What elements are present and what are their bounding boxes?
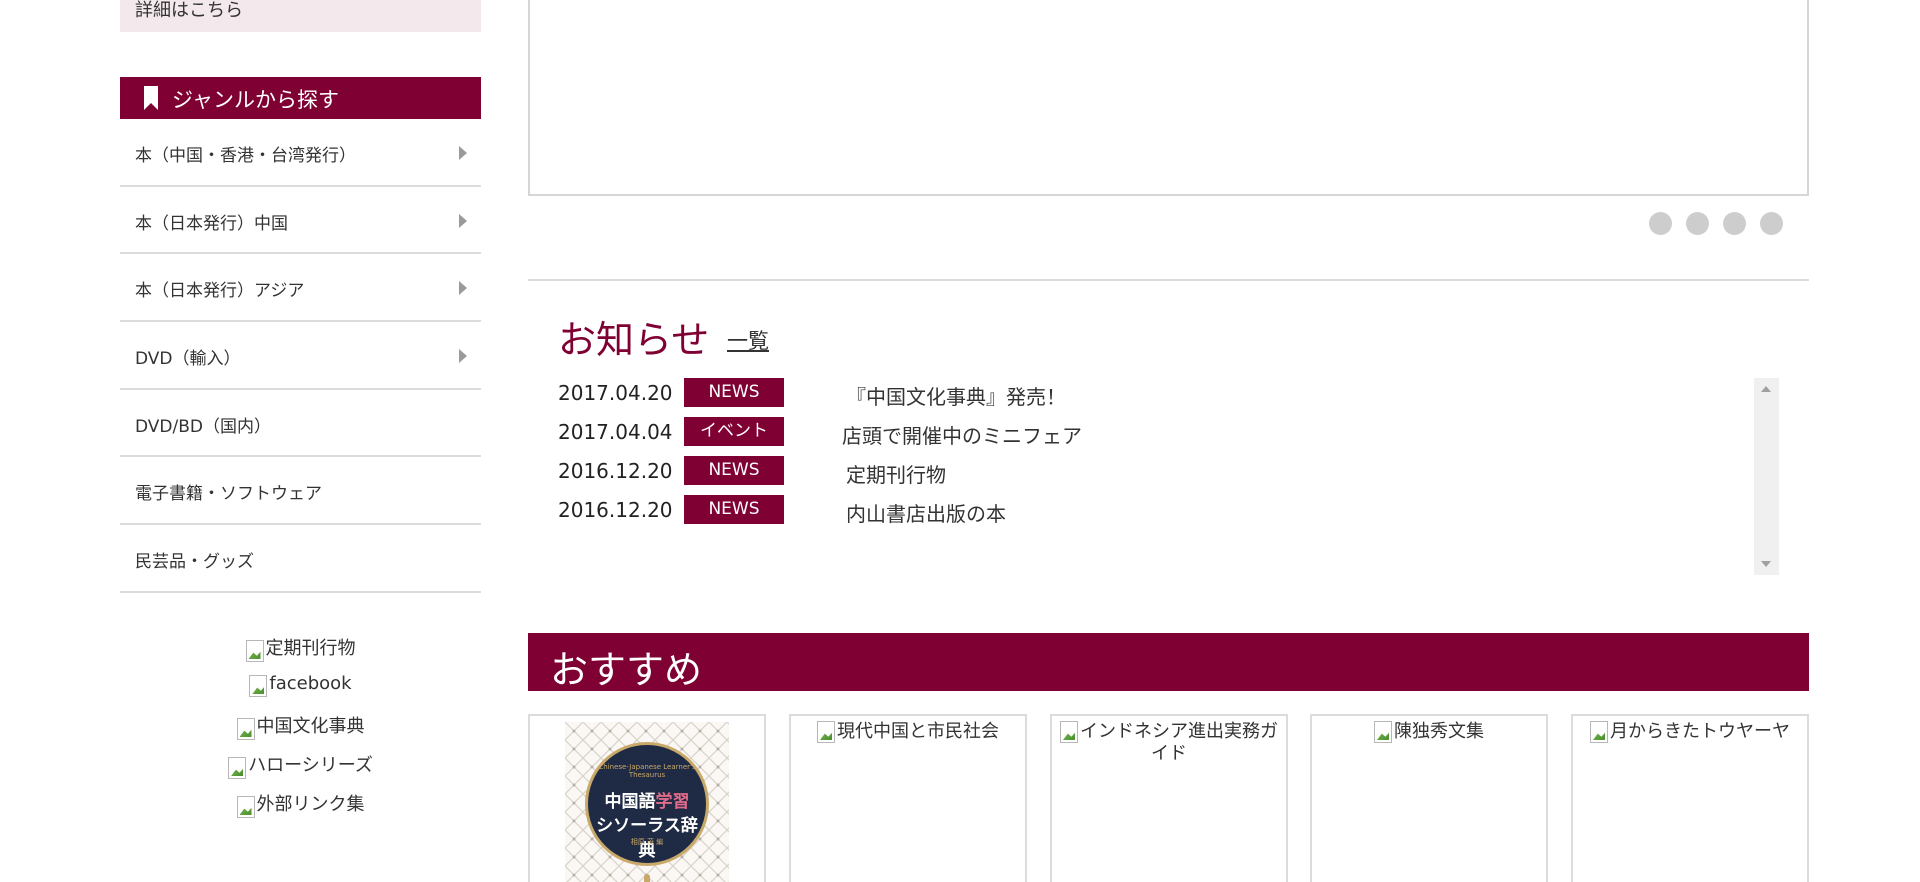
news-item[interactable]: 2017.04.04 イベント 店頭で開催中のミニフェア xyxy=(558,415,1758,454)
banner-label: facebook xyxy=(269,673,352,694)
genre-item-label: 本（日本発行）アジア xyxy=(135,281,305,302)
cover-emblem: Chinese-Japanese Learner's Thesaurus 中国語… xyxy=(585,742,709,866)
news-date: 2016.12.20 xyxy=(558,459,673,483)
banner-link[interactable]: facebook xyxy=(120,673,481,712)
recommend-item-title: インドネシア進出実務ガイド xyxy=(1080,721,1278,764)
broken-image-icon xyxy=(1374,721,1392,743)
genre-item[interactable]: 電子書籍・ソフトウェア xyxy=(120,457,481,526)
genre-item-label: 電子書籍・ソフトウェア xyxy=(135,484,322,505)
detail-link-box[interactable]: 詳細はこちら xyxy=(120,0,481,32)
genre-title: ジャンルから探す xyxy=(172,88,339,112)
genre-item-label: DVD/BD（国内） xyxy=(135,416,271,437)
recommend-item-title: 月からきたトウヤーヤ xyxy=(1610,721,1790,742)
recommend-card[interactable]: 現代中国と市民社会 xyxy=(789,714,1027,882)
banner-list: 定期刊行物 facebook 中国文化事典 ハローシリーズ 外部リンク集 xyxy=(120,634,481,829)
genre-item-label: 本（中国・香港・台湾発行） xyxy=(135,146,356,166)
genre-item-label: 民芸品・グッズ xyxy=(135,552,254,573)
genre-item[interactable]: DVD/BD（国内） xyxy=(120,389,481,458)
recommend-card[interactable]: 陳独秀文集 xyxy=(1310,714,1548,882)
banner-link[interactable]: 中国文化事典 xyxy=(120,712,481,751)
slider-frame xyxy=(528,0,1809,196)
recommend-card[interactable]: インドネシア進出実務ガイド xyxy=(1050,714,1288,882)
cover-subtitle: Chinese-Japanese Learner's Thesaurus xyxy=(598,763,696,779)
slider-pagination xyxy=(1649,212,1783,235)
recommend-item-title: 現代中国と市民社会 xyxy=(837,721,999,742)
recommend-card[interactable]: Chinese-Japanese Learner's Thesaurus 中国語… xyxy=(528,714,766,882)
broken-image-icon xyxy=(228,757,247,779)
news-title: お知らせ xyxy=(558,318,710,362)
broken-image-icon xyxy=(249,675,268,697)
cover-title-part: 中国語 xyxy=(604,792,656,812)
slider-dot[interactable] xyxy=(1760,212,1783,235)
banner-label: 定期刊行物 xyxy=(265,638,356,659)
book-cover-image[interactable]: Chinese-Japanese Learner's Thesaurus 中国語… xyxy=(565,722,729,882)
news-list: 2017.04.20 NEWS 『中国文化事典』発売！ 2017.04.04 イ… xyxy=(558,376,1758,532)
genre-item[interactable]: DVD（輸入） xyxy=(120,322,481,390)
broken-image-icon xyxy=(817,721,835,743)
recommend-grid: Chinese-Japanese Learner's Thesaurus 中国語… xyxy=(528,714,1809,882)
banner-label: 中国文化事典 xyxy=(256,716,365,737)
news-tag: NEWS xyxy=(684,495,784,524)
news-tag: イベント xyxy=(684,417,784,446)
cover-title-line1: 中国語学習 xyxy=(588,787,706,812)
broken-image-icon xyxy=(1590,721,1608,743)
news-date: 2016.12.20 xyxy=(558,498,673,522)
recommend-header: おすすめ xyxy=(528,633,1809,692)
news-date: 2017.04.04 xyxy=(558,420,673,444)
banner-link[interactable]: 外部リンク集 xyxy=(120,790,481,829)
slider-dot[interactable] xyxy=(1686,212,1709,235)
slider-dot[interactable] xyxy=(1723,212,1746,235)
news-item[interactable]: 2016.12.20 NEWS 内山書店出版の本 xyxy=(558,493,1758,532)
news-tag: NEWS xyxy=(684,456,784,485)
news-tag: NEWS xyxy=(684,378,784,407)
recommend-card-caption: インドネシア進出実務ガイド xyxy=(1052,716,1286,764)
caret-right-icon xyxy=(459,213,467,228)
news-text[interactable]: 『中国文化事典』発売！ xyxy=(846,381,1066,410)
broken-image-icon xyxy=(236,718,255,740)
banner-label: 外部リンク集 xyxy=(256,794,365,815)
news-section: お知らせ 一覧 2017.04.20 NEWS 『中国文化事典』発売！ 2017… xyxy=(528,279,1809,579)
news-item[interactable]: 2017.04.20 NEWS 『中国文化事典』発売！ xyxy=(558,376,1758,415)
caret-right-icon xyxy=(459,281,467,296)
broken-image-icon xyxy=(236,796,255,818)
banner-label: ハローシリーズ xyxy=(248,755,373,776)
genre-item[interactable]: 本（日本発行）アジア xyxy=(120,254,481,323)
news-scrollbar[interactable] xyxy=(1754,378,1779,575)
scroll-up-icon[interactable] xyxy=(1761,386,1771,392)
recommend-item-title: 陳独秀文集 xyxy=(1394,721,1484,742)
broken-image-icon xyxy=(1060,721,1078,743)
genre-header: ジャンルから探す xyxy=(120,77,481,119)
recommend-card-caption: 月からきたトウヤーヤ xyxy=(1573,716,1807,743)
banner-link[interactable]: 定期刊行物 xyxy=(120,634,481,673)
news-list-link[interactable]: 一覧 xyxy=(727,325,769,355)
genre-item-label: DVD（輸入） xyxy=(135,349,241,370)
genre-item-label: 本（日本発行）中国 xyxy=(135,213,288,234)
broken-image-icon xyxy=(245,640,264,662)
news-text[interactable]: 内山書店出版の本 xyxy=(846,498,1006,527)
banner-link[interactable]: ハローシリーズ xyxy=(120,751,481,790)
recommend-card-caption: 現代中国と市民社会 xyxy=(791,716,1025,743)
bookmark-icon xyxy=(144,86,158,110)
detail-link[interactable]: 詳細はこちら xyxy=(135,0,243,22)
news-text[interactable]: 定期刊行物 xyxy=(846,459,946,488)
recommend-title: おすすめ xyxy=(550,648,703,692)
caret-right-icon xyxy=(459,349,467,364)
recommend-card-caption: 陳独秀文集 xyxy=(1312,716,1546,743)
news-item[interactable]: 2016.12.20 NEWS 定期刊行物 xyxy=(558,454,1758,493)
cover-title-accent: 学習 xyxy=(655,792,690,812)
caret-right-icon xyxy=(459,146,467,160)
news-text[interactable]: 店頭で開催中のミニフェア xyxy=(842,420,1082,449)
cover-figure xyxy=(644,874,650,882)
recommend-card[interactable]: 月からきたトウヤーヤ xyxy=(1571,714,1809,882)
genre-list: 本（中国・香港・台湾発行） 本（日本発行）中国 本（日本発行）アジア DVD（輸… xyxy=(120,119,481,593)
genre-item[interactable]: 本（中国・香港・台湾発行） xyxy=(120,119,481,187)
news-date: 2017.04.20 xyxy=(558,381,673,405)
genre-item[interactable]: 民芸品・グッズ xyxy=(120,525,481,593)
cover-author: 相原 茂 編 xyxy=(630,838,664,846)
slider-dot[interactable] xyxy=(1649,212,1672,235)
scroll-down-icon[interactable] xyxy=(1761,561,1771,567)
cover-title-line2: シソーラス辞典 xyxy=(596,816,698,861)
genre-item[interactable]: 本（日本発行）中国 xyxy=(120,186,481,255)
